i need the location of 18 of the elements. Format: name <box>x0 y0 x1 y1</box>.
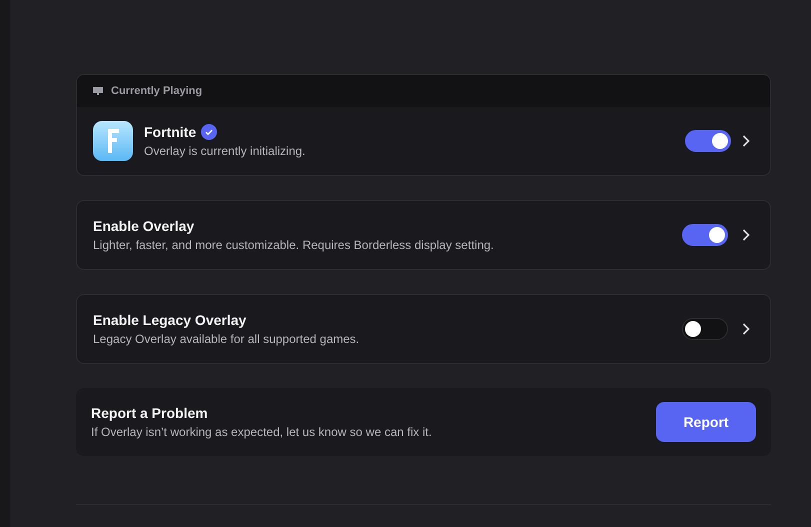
section-header: Currently Playing <box>111 85 202 97</box>
game-title: Fortnite <box>144 124 196 140</box>
setting-description: Lighter, faster, and more customizable. Requires Borderless display setting. <box>93 238 495 252</box>
monitor-icon <box>93 86 103 96</box>
setting-title: Enable Legacy Overlay <box>93 312 248 328</box>
toggle-switch[interactable] <box>682 318 728 340</box>
setting-description: Legacy Overlay available for all supported games. <box>93 332 360 346</box>
report-button[interactable]: Report <box>656 402 756 442</box>
report-description: If Overlay isn’t working as expected, let us know so we can fix it. <box>91 425 433 439</box>
game-icon <box>93 121 133 161</box>
chevron-right-icon[interactable] <box>742 135 750 147</box>
toggle-switch[interactable] <box>682 224 728 246</box>
report-title: Report a Problem <box>91 405 209 421</box>
toggle-switch[interactable] <box>685 130 731 152</box>
setting-title: Enable Overlay <box>93 218 196 234</box>
chevron-right-icon[interactable] <box>742 229 750 241</box>
chevron-right-icon[interactable] <box>742 323 750 335</box>
game-status: Overlay is currently initializing. <box>144 144 306 158</box>
